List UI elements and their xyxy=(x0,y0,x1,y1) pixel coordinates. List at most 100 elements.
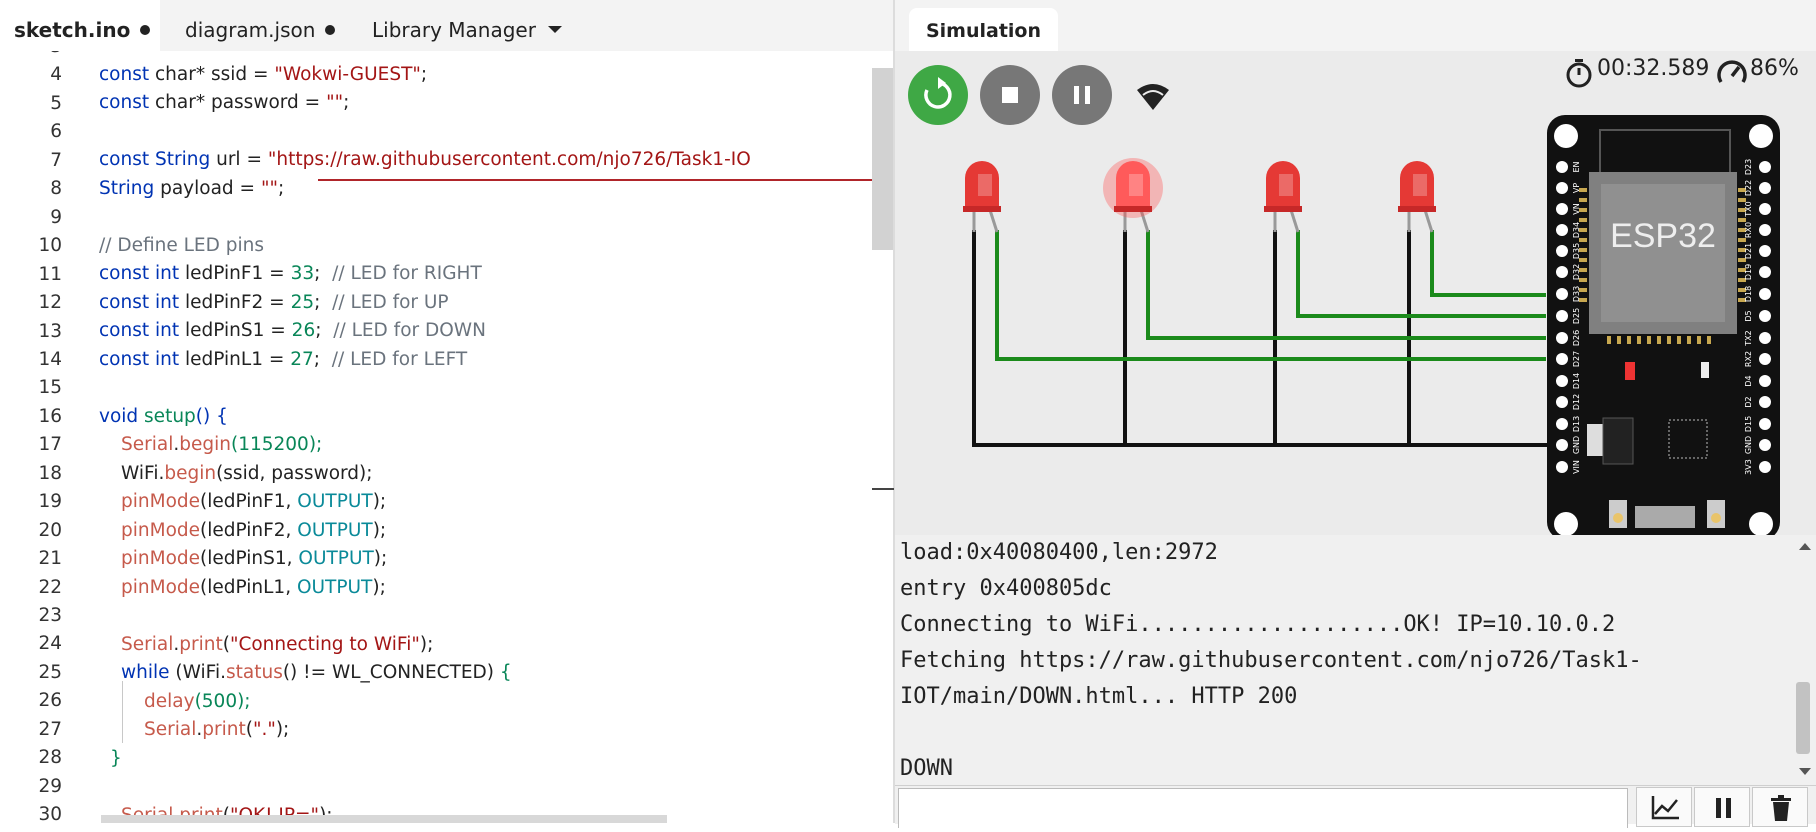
led-3[interactable] xyxy=(1264,161,1302,212)
line-number-text: 30 xyxy=(38,804,62,823)
led-1[interactable] xyxy=(963,161,1001,212)
serial-pause-button[interactable] xyxy=(1694,787,1750,827)
pin-label: 3V3 xyxy=(1744,459,1753,475)
line-number-text: 3 xyxy=(0,51,62,61)
simulation-speed: 86% xyxy=(1750,56,1799,81)
serial-line: load:0x40080400,len:2972 xyxy=(900,540,1218,565)
unsaved-dot-icon xyxy=(325,24,336,35)
line-number-text: 21 xyxy=(38,548,62,570)
unsaved-dot-icon xyxy=(140,24,151,35)
pin-label: D21 xyxy=(1744,243,1753,259)
line-number-text: 25 xyxy=(38,661,62,683)
pin-label: D19 xyxy=(1744,264,1753,280)
pin-label: VN xyxy=(1572,203,1581,214)
line-number-text: 4 xyxy=(50,64,62,86)
esp32-board: ESP32 EN VP VN D34 D35 D32 D33 D25 D26 D27 D14 D12 D… xyxy=(1547,115,1780,535)
line-number-text: 26 xyxy=(38,690,62,712)
pin-label: D22 xyxy=(1744,180,1753,196)
pin-label: D18 xyxy=(1744,286,1753,302)
pin-label: D33 xyxy=(1572,286,1581,302)
serial-monitor[interactable]: load:0x40080400,len:2972 entry 0x400805d… xyxy=(895,535,1793,785)
tab-label: sketch.ino xyxy=(14,18,131,42)
editor-line-highlight xyxy=(101,815,667,823)
chip-label: ESP32 xyxy=(1610,217,1716,255)
line-number-text: 5 xyxy=(50,92,62,114)
pin-label: GND xyxy=(1744,436,1753,454)
line-number-text: 20 xyxy=(38,519,62,541)
scroll-down-icon[interactable] xyxy=(1798,767,1812,777)
led-group xyxy=(963,158,1436,218)
line-number-text: 6 xyxy=(50,121,62,143)
led-2[interactable] xyxy=(1103,158,1163,218)
tab-diagram-json[interactable]: diagram.json xyxy=(185,0,336,51)
line-number-text: 29 xyxy=(38,775,62,797)
line-number-text: 28 xyxy=(38,747,62,769)
line-number-text: 13 xyxy=(38,320,62,342)
line-number-text: 24 xyxy=(38,633,62,655)
tab-sketch-ino[interactable]: sketch.ino xyxy=(0,0,160,51)
plotter-icon xyxy=(1651,796,1679,820)
pin-label: D34 xyxy=(1572,222,1581,238)
trash-icon xyxy=(1771,795,1791,821)
circuit-diagram: ESP32 EN VP VN D34 D35 D32 D33 D25 D26 D27 D14 D12 D… xyxy=(963,115,1780,535)
pin-label: GND xyxy=(1572,436,1581,454)
serial-scrollbar-thumb[interactable] xyxy=(1796,682,1810,754)
pin-label: VP xyxy=(1572,183,1581,193)
serial-line: DOWN xyxy=(900,756,953,781)
pause-icon xyxy=(1716,798,1731,818)
line-number-text: 7 xyxy=(50,149,62,171)
line-number-text: 19 xyxy=(38,491,62,513)
line-number-text: 18 xyxy=(38,462,62,484)
pin-label: TX0 xyxy=(1744,201,1753,217)
serial-line: IOT/main/DOWN.html... HTTP 200 xyxy=(900,684,1298,709)
clear-serial-button[interactable] xyxy=(1752,787,1808,827)
error-underline xyxy=(318,179,893,181)
pin-label: D5 xyxy=(1744,310,1753,321)
pin-label: D35 xyxy=(1572,243,1581,259)
pin-label: D32 xyxy=(1572,264,1581,280)
simulation-timer: 00:32.589 xyxy=(1597,56,1710,81)
pin-label: D4 xyxy=(1744,375,1753,386)
pin-label: D12 xyxy=(1572,394,1581,410)
pin-label: RX0 xyxy=(1744,222,1753,238)
line-number-text: 14 xyxy=(38,348,62,370)
serial-line: entry 0x400805dc xyxy=(900,576,1112,601)
serial-line: Connecting to WiFi....................OK… xyxy=(900,612,1616,637)
line-number-text: 8 xyxy=(50,178,62,200)
pin-label: VIN xyxy=(1572,460,1581,474)
line-number-text: 17 xyxy=(38,434,62,456)
pin-label: D25 xyxy=(1572,308,1581,324)
tab-label: Library Manager xyxy=(372,18,536,42)
line-number-text: 27 xyxy=(38,718,62,740)
tab-simulation[interactable]: Simulation xyxy=(909,8,1058,51)
power-led xyxy=(1625,362,1635,380)
scroll-up-icon[interactable] xyxy=(1798,541,1812,551)
line-number-text: 15 xyxy=(38,377,62,399)
stopwatch-icon xyxy=(1566,59,1592,88)
code-editor[interactable]: 3 4 5 6 7 8 9 10 11 12 13 14 15 16 17 18 19 20 21 22 23 24 25 2… xyxy=(0,51,893,823)
pin-label: RX2 xyxy=(1744,351,1753,367)
led-4[interactable] xyxy=(1398,161,1436,212)
serial-input[interactable] xyxy=(898,788,1628,828)
indent-guide xyxy=(122,681,123,743)
pin-label: D27 xyxy=(1572,351,1581,367)
line-number-text: 9 xyxy=(50,206,62,228)
signal-wires xyxy=(995,230,1546,361)
pin-label: TX2 xyxy=(1744,330,1753,346)
tab-library-manager[interactable]: Library Manager xyxy=(372,0,536,51)
pin-label: D26 xyxy=(1572,330,1581,346)
plotter-button[interactable] xyxy=(1636,787,1692,827)
line-number-text: 10 xyxy=(38,235,62,257)
line-number-text: 16 xyxy=(38,405,62,427)
line-number-text: 23 xyxy=(38,605,62,626)
pin-label: D23 xyxy=(1744,159,1753,175)
line-number-text: 12 xyxy=(38,292,62,314)
chevron-down-icon[interactable] xyxy=(548,26,562,33)
line-number-text: 11 xyxy=(38,263,62,285)
pin-label: EN xyxy=(1572,161,1581,172)
tab-label: diagram.json xyxy=(185,18,316,42)
editor-scrollbar-thumb[interactable] xyxy=(872,68,893,250)
resize-handle[interactable] xyxy=(872,488,894,490)
editor-tab-bar: sketch.ino diagram.json Library Manager xyxy=(0,0,893,51)
pin-label: D15 xyxy=(1744,416,1753,432)
